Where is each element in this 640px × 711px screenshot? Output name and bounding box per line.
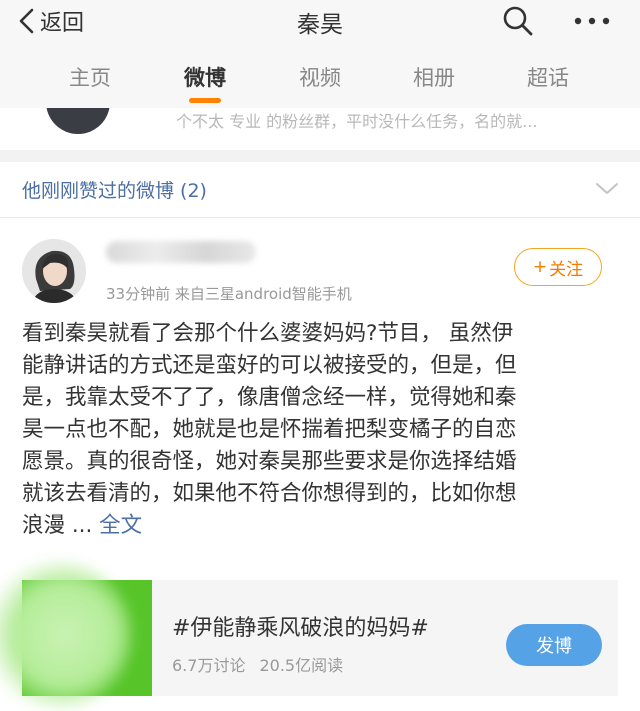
topic-image (0, 560, 152, 710)
post-content-line: 昊一点也不配，她就是也是怀揣着把梨变橘子的自恋 (22, 417, 517, 442)
chevron-down-icon (596, 183, 618, 194)
post-content-line: 愿景。真的很奇怪，她对秦昊那些要求是你选择结婚 (22, 449, 517, 474)
post-meta: 33分钟前 来自三星android智能手机 (106, 285, 352, 303)
full-text-link[interactable]: 全文 (99, 513, 142, 538)
liked-posts-title: 他刚刚赞过的微博 (2) (22, 180, 207, 202)
topic-stats: 6.7万讨论 20.5亿阅读 (172, 652, 343, 676)
post-content-line: 看到秦昊就看了会那个什么婆婆妈妈?节目， 虽然伊 (22, 321, 514, 346)
more-horizontal-icon[interactable] (572, 6, 612, 36)
tab-supertopic[interactable]: 超话 (508, 62, 588, 92)
follow-button[interactable]: + 关注 (514, 248, 602, 286)
tab-video[interactable]: 视频 (280, 62, 360, 92)
topic-title: #伊能静乘风破浪的妈妈# (172, 616, 429, 641)
tab-home[interactable]: 主页 (50, 62, 130, 92)
follow-label: 关注 (549, 259, 584, 280)
post-content: 看到秦昊就看了会那个什么婆婆妈妈?节目， 虽然伊 能静讲话的方式还是蛮好的可以被… (22, 318, 618, 542)
page-title: 秦昊 (297, 12, 343, 38)
previous-card-peek: 个不太 专业 的粉丝群，平时没什么任务，名的就... (0, 108, 640, 150)
topic-card[interactable]: #伊能静乘风破浪的妈妈# 6.7万讨论 20.5亿阅读 发博 (0, 560, 618, 710)
tab-weibo[interactable]: 微博 (165, 62, 245, 92)
search-icon[interactable] (500, 3, 536, 39)
post-content-line: 能静讲话的方式还是蛮好的可以被接受的，但是，但 (22, 353, 517, 378)
chevron-left-icon (19, 8, 34, 34)
post-content-last-line: 浪漫 ... 全文 (22, 510, 618, 542)
back-label: 返回 (40, 11, 85, 36)
username-blurred[interactable] (106, 241, 256, 263)
post-content-line: 是，我靠太受不了了，像唐僧念经一样，觉得她和秦 (22, 385, 517, 410)
top-navbar: 返回 秦昊 (0, 0, 640, 44)
post-content-tail: 浪漫 ... (22, 513, 100, 538)
avatar[interactable] (22, 239, 86, 303)
liked-posts-header[interactable]: 他刚刚赞过的微博 (2) (0, 162, 640, 218)
post-topic-button[interactable]: 发博 (506, 624, 602, 666)
plus-icon: + (532, 257, 548, 277)
topic-image-overlay (0, 560, 132, 710)
post-content-line: 就该去看清的，如果他不符合你想得到的，比如你想 (22, 481, 517, 506)
previous-card-text: 个不太 专业 的粉丝群，平时没什么任务，名的就... (176, 112, 538, 131)
topic-discussions: 6.7万讨论 (172, 656, 246, 675)
avatar (46, 108, 110, 134)
user-avatar-image (22, 239, 86, 303)
topic-reads: 20.5亿阅读 (259, 656, 344, 675)
tab-album[interactable]: 相册 (394, 62, 474, 92)
back-button[interactable]: 返回 (18, 4, 84, 38)
section-divider (0, 150, 640, 162)
profile-tabs: 主页 微博 视频 相册 超话 (0, 44, 640, 108)
weibo-post: 33分钟前 来自三星android智能手机 + 关注 看到秦昊就看了会那个什么婆… (0, 219, 640, 711)
active-tab-indicator (189, 98, 221, 103)
